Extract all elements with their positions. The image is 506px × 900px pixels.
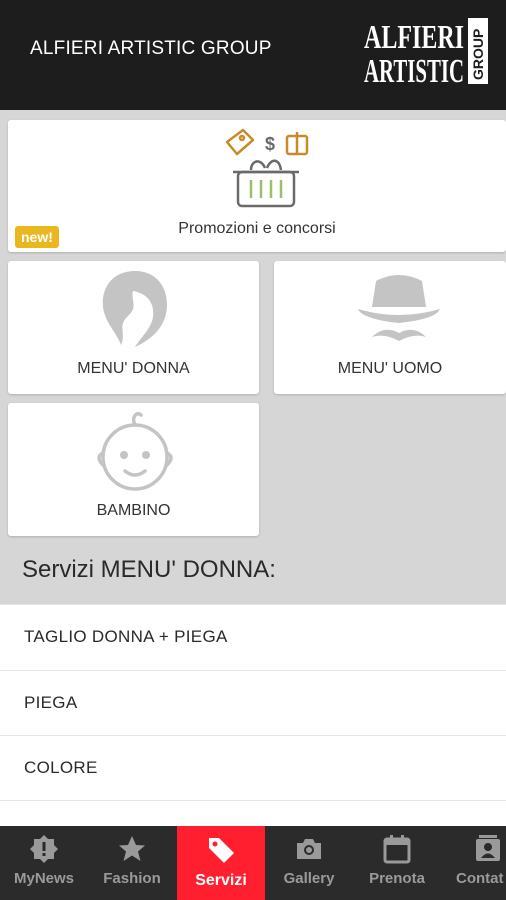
svg-text:ARTISTIC: ARTISTIC bbox=[364, 53, 464, 86]
tab-label: Prenota bbox=[369, 870, 425, 887]
menu-uomo-card[interactable]: MENU' UOMO bbox=[274, 261, 506, 394]
svg-text:ALFIERI: ALFIERI bbox=[364, 19, 464, 56]
app-header: ALFIERI ARTISTIC GROUP ALFIERI ARTISTIC … bbox=[0, 0, 506, 110]
camera-icon bbox=[297, 839, 321, 859]
section-title: Servizi MENU' DONNA: bbox=[22, 556, 276, 583]
service-label: COLORE bbox=[24, 758, 98, 777]
contact-icon bbox=[476, 835, 500, 861]
tag-icon bbox=[209, 838, 234, 863]
tab-servizi[interactable]: Servizi bbox=[177, 826, 265, 900]
star-icon bbox=[119, 836, 145, 861]
promo-label: Promozioni e concorsi bbox=[178, 220, 336, 237]
services-list: TAGLIO DONNA + PIEGA PIEGA COLORE bbox=[0, 604, 506, 864]
menu-donna-card[interactable]: MENU' DONNA bbox=[8, 261, 259, 394]
bambino-card[interactable]: BAMBINO bbox=[8, 403, 259, 536]
woman-head-icon bbox=[102, 271, 167, 347]
brand-logo: ALFIERI ARTISTIC GROUP bbox=[364, 18, 488, 86]
bambino-label: BAMBINO bbox=[96, 502, 171, 519]
shopping-basket-icon: $ bbox=[225, 128, 309, 208]
service-label: PIEGA bbox=[24, 693, 78, 712]
tab-gallery[interactable]: Gallery bbox=[265, 826, 353, 900]
tab-contatti[interactable]: Contat bbox=[442, 826, 506, 900]
baby-face-icon bbox=[97, 412, 173, 491]
badge-icon bbox=[30, 835, 58, 863]
tab-fashion[interactable]: Fashion bbox=[88, 826, 176, 900]
service-label: TAGLIO DONNA + PIEGA bbox=[24, 627, 228, 646]
list-item[interactable]: PIEGA bbox=[0, 670, 506, 734]
calendar-icon bbox=[383, 835, 411, 864]
tab-label: Fashion bbox=[103, 870, 161, 887]
svg-text:GROUP: GROUP bbox=[470, 29, 486, 80]
tab-label: Servizi bbox=[195, 872, 247, 889]
tab-mynews[interactable]: MyNews bbox=[0, 826, 88, 900]
tab-label: MyNews bbox=[13, 870, 75, 887]
man-hat-mustache-icon bbox=[358, 275, 440, 341]
svg-text:$: $ bbox=[265, 134, 275, 154]
list-item[interactable]: COLORE bbox=[0, 735, 506, 799]
bottom-tab-bar: MyNews Fashion Servizi Gallery Prenota C… bbox=[0, 826, 506, 900]
list-item[interactable]: TAGLIO DONNA + PIEGA bbox=[0, 604, 506, 668]
app-title: ALFIERI ARTISTIC GROUP bbox=[30, 38, 272, 59]
menu-donna-label: MENU' DONNA bbox=[77, 360, 190, 377]
promotions-card[interactable]: $ new! Promozioni e concorsi bbox=[8, 120, 506, 252]
menu-uomo-label: MENU' UOMO bbox=[337, 360, 443, 377]
tab-label: Gallery bbox=[283, 870, 335, 887]
tab-prenota[interactable]: Prenota bbox=[353, 826, 441, 900]
tab-label: Contat bbox=[456, 870, 504, 887]
